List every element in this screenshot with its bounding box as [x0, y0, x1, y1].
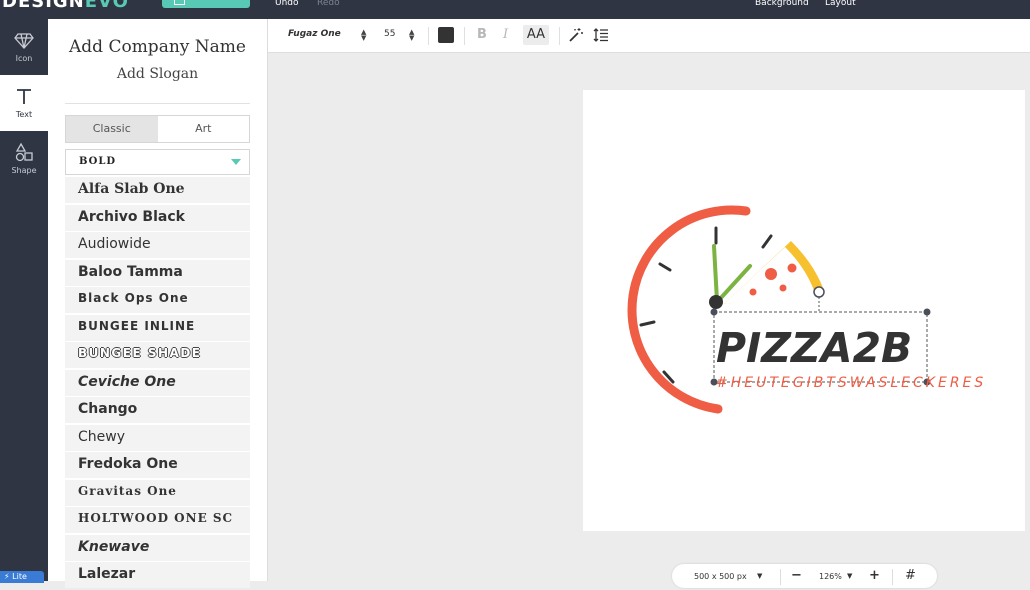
font-category-select[interactable]: BOLD	[65, 149, 250, 175]
redo-button[interactable]: Redo	[317, 0, 340, 8]
rail-item-text[interactable]: Text	[0, 75, 48, 131]
divider	[428, 27, 429, 45]
chevron-down-icon	[231, 159, 241, 165]
rail-item-shape[interactable]: Shape	[0, 131, 48, 187]
divider	[780, 569, 781, 585]
rotate-handle-icon[interactable]	[813, 286, 825, 298]
text-color-swatch[interactable]	[438, 27, 454, 43]
background-button[interactable]: Background	[755, 0, 809, 8]
add-slogan-button[interactable]: Add Slogan	[48, 66, 267, 82]
font-item[interactable]: Chango	[65, 397, 250, 423]
shapes-icon	[15, 142, 33, 162]
top-bar: DESIGNEVO Undo Redo Background Layout	[0, 0, 1030, 19]
rail-item-label: Text	[15, 110, 33, 119]
rail-item-label: Shape	[11, 166, 37, 175]
diamond-icon	[14, 33, 34, 49]
canvas-status-bar: 500 x 500 px ▼ − 126% ▼ + #	[672, 564, 937, 588]
font-family-select[interactable]: Fugaz One	[288, 29, 341, 39]
logo-name-text[interactable]: PIZZA2B	[716, 324, 912, 372]
chevron-down-icon[interactable]: ▼	[847, 572, 852, 580]
text-case-button[interactable]: AA	[523, 25, 549, 45]
font-item[interactable]: Chewy	[65, 424, 250, 451]
text-t-icon	[17, 89, 31, 104]
magic-wand-icon[interactable]	[568, 27, 584, 43]
font-item[interactable]: Knewave	[65, 534, 250, 561]
undo-button[interactable]: Undo	[275, 0, 299, 8]
canvas-size-select[interactable]: 500 x 500 px	[694, 572, 747, 581]
divider	[559, 27, 560, 45]
font-style-tabs: Classic Art	[65, 115, 250, 143]
font-item[interactable]: Alfa Slab One	[65, 177, 250, 203]
logo-artwork: PIZZA2B #HEUTEGIBTSWASLECKERES	[627, 205, 986, 414]
tab-classic[interactable]: Classic	[66, 116, 158, 142]
font-item[interactable]: Fredoka One	[65, 452, 250, 478]
layout-button[interactable]: Layout	[825, 0, 856, 8]
font-category-value: BOLD	[79, 156, 117, 167]
font-size-stepper-icon[interactable]: ▲ ▼	[409, 29, 414, 42]
rail-item-icon[interactable]: Icon	[0, 19, 48, 75]
chevron-down-icon[interactable]: ▼	[757, 572, 762, 580]
text-toolbar: Fugaz One ▲ ▼ 55 ▲ ▼ B I AA	[268, 19, 1030, 53]
font-item[interactable]: Lalezar	[65, 562, 250, 588]
download-button[interactable]	[162, 0, 250, 8]
text-panel: Add Company Name Add Slogan Classic Art …	[48, 19, 268, 588]
font-size-input[interactable]: 55	[384, 29, 395, 39]
add-company-name-button[interactable]: Add Company Name	[48, 37, 267, 57]
italic-button[interactable]: I	[503, 27, 508, 42]
font-item[interactable]: Black Ops One	[65, 287, 250, 313]
zoom-level-select[interactable]: 126%	[819, 572, 842, 581]
logo-tagline-text[interactable]: #HEUTEGIBTSWASLECKERES	[716, 375, 986, 391]
font-item[interactable]: Ceviche One	[65, 369, 250, 396]
line-spacing-icon[interactable]	[593, 27, 609, 43]
download-icon	[174, 0, 185, 5]
font-item[interactable]: Gravitas One	[65, 479, 250, 506]
font-item[interactable]: HOLTWOOD ONE SC	[65, 507, 250, 533]
tool-rail: Icon Text Shape	[0, 19, 48, 581]
divider	[65, 103, 250, 104]
design-canvas[interactable]: PIZZA2B #HEUTEGIBTSWASLECKERES	[583, 90, 1025, 531]
font-item[interactable]: Baloo Tamma	[65, 259, 250, 286]
app-logo[interactable]: DESIGNEVO	[2, 0, 129, 12]
rail-item-label: Icon	[15, 54, 33, 63]
tab-art[interactable]: Art	[158, 116, 250, 142]
font-item[interactable]: Archivo Black	[65, 204, 250, 231]
font-item[interactable]: BUNGEE SHADE	[65, 342, 250, 368]
font-item[interactable]: Audiowide	[65, 232, 250, 258]
lite-badge[interactable]: ⚡ Lite	[0, 571, 44, 583]
font-list: Alfa Slab One Archivo Black Audiowide Ba…	[65, 177, 250, 590]
divider	[892, 569, 893, 585]
divider	[464, 27, 465, 45]
font-item[interactable]: BUNGEE INLINE	[65, 314, 250, 341]
bold-button[interactable]: B	[477, 27, 487, 42]
clock-center	[709, 295, 723, 309]
font-family-stepper-icon[interactable]: ▲ ▼	[361, 29, 366, 42]
